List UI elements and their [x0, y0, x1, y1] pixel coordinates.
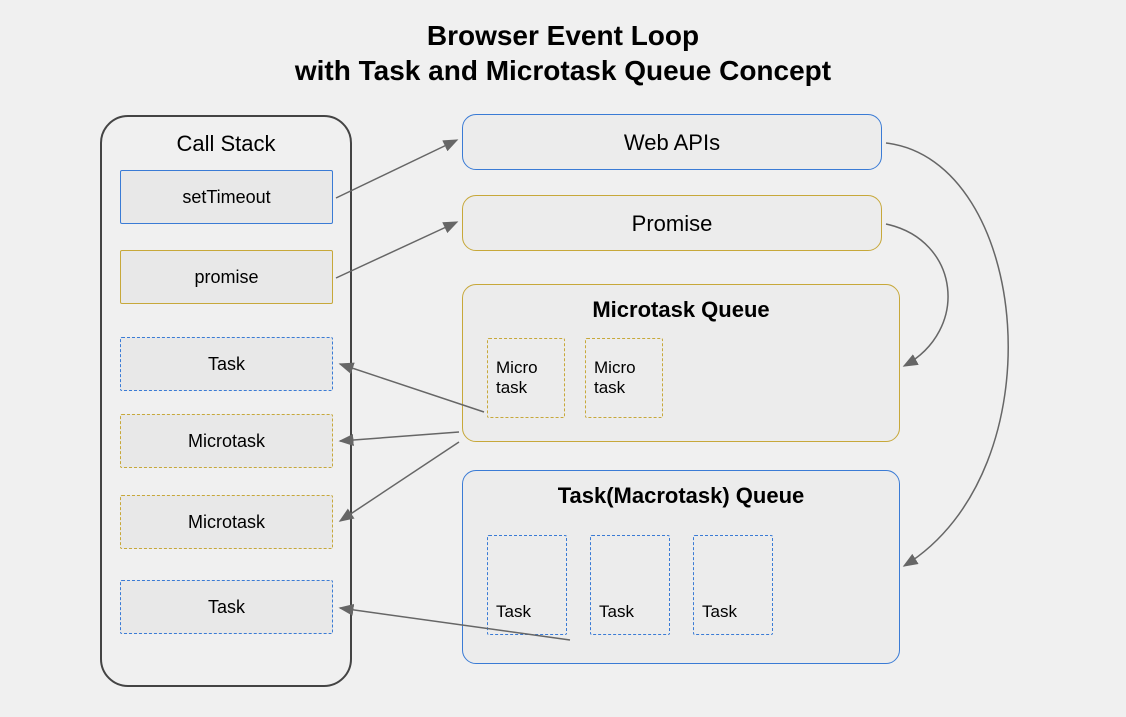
- stack-item-task-1: Task: [120, 337, 333, 391]
- web-apis-box: Web APIs: [462, 114, 882, 170]
- task-item-label: Task: [496, 602, 531, 622]
- task-item-label: Task: [599, 602, 634, 622]
- stack-item-label: Task: [208, 354, 245, 375]
- microtask-item-1: Micro task: [487, 338, 565, 418]
- microtask-item-2: Micro task: [585, 338, 663, 418]
- stack-item-label: promise: [194, 267, 258, 288]
- task-item-label: Task: [702, 602, 737, 622]
- microtask-item-label: Micro task: [496, 358, 556, 398]
- stack-item-promise: promise: [120, 250, 333, 304]
- title-line-1: Browser Event Loop: [427, 20, 699, 51]
- microtask-item-label: Micro task: [594, 358, 654, 398]
- stack-item-settimeout: setTimeout: [120, 170, 333, 224]
- promise-label: Promise: [463, 196, 881, 252]
- task-queue-label: Task(Macrotask) Queue: [463, 483, 899, 509]
- web-apis-label: Web APIs: [463, 115, 881, 171]
- promise-box: Promise: [462, 195, 882, 251]
- task-item-1: Task: [487, 535, 567, 635]
- stack-item-label: Microtask: [188, 512, 265, 533]
- stack-item-label: Microtask: [188, 431, 265, 452]
- stack-item-microtask-2: Microtask: [120, 495, 333, 549]
- task-item-2: Task: [590, 535, 670, 635]
- microtask-queue-label: Microtask Queue: [463, 297, 899, 323]
- call-stack-label: Call Stack: [102, 131, 350, 157]
- diagram-title: Browser Event Loop with Task and Microta…: [0, 18, 1126, 88]
- stack-item-task-2: Task: [120, 580, 333, 634]
- stack-item-microtask-1: Microtask: [120, 414, 333, 468]
- task-item-3: Task: [693, 535, 773, 635]
- stack-item-label: setTimeout: [182, 187, 270, 208]
- stack-item-label: Task: [208, 597, 245, 618]
- title-line-2: with Task and Microtask Queue Concept: [295, 55, 831, 86]
